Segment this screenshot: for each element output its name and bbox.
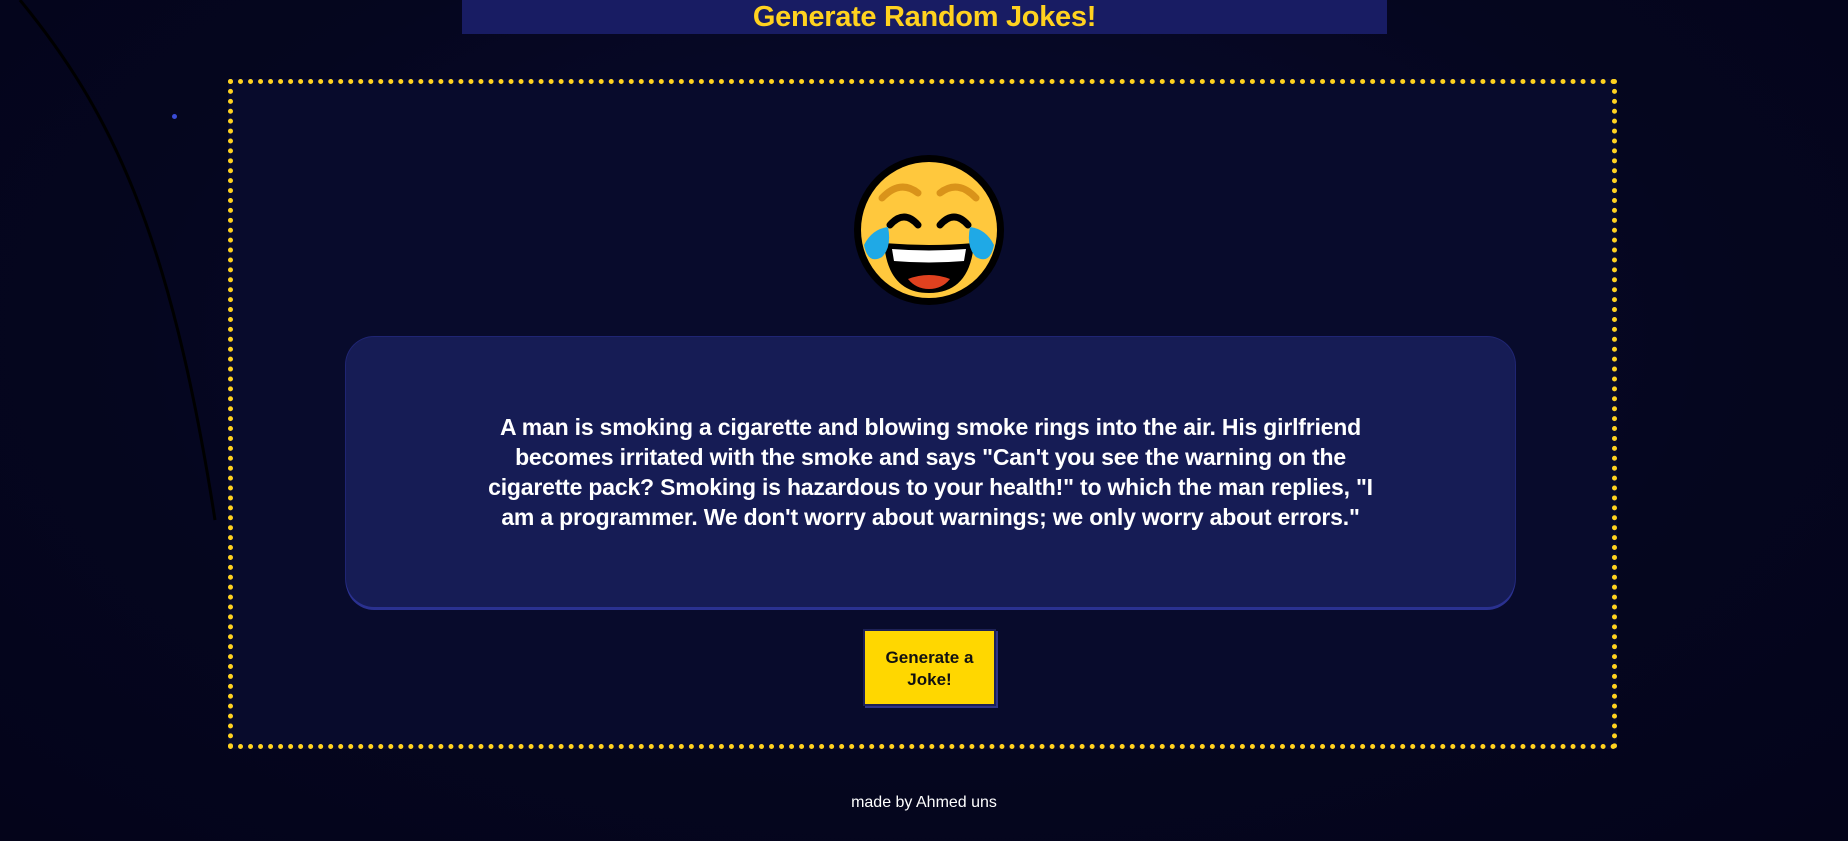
joke-card: A man is smoking a cigarette and blowing… [346,337,1515,607]
joke-frame: A man is smoking a cigarette and blowing… [228,79,1617,749]
page: Generate Random Jokes! A man is smoking … [0,0,1848,841]
decorative-curve [18,0,217,521]
page-title: Generate Random Jokes! [752,1,1097,33]
decorative-dot [172,114,177,119]
generate-joke-button[interactable]: Generate a Joke! [863,629,996,706]
face-with-tears-of-joy-icon [852,153,1006,307]
joke-text: A man is smoking a cigarette and blowing… [488,414,1373,530]
header-bar: Generate Random Jokes! [462,0,1387,34]
footer-credit: made by Ahmed uns [851,794,997,811]
